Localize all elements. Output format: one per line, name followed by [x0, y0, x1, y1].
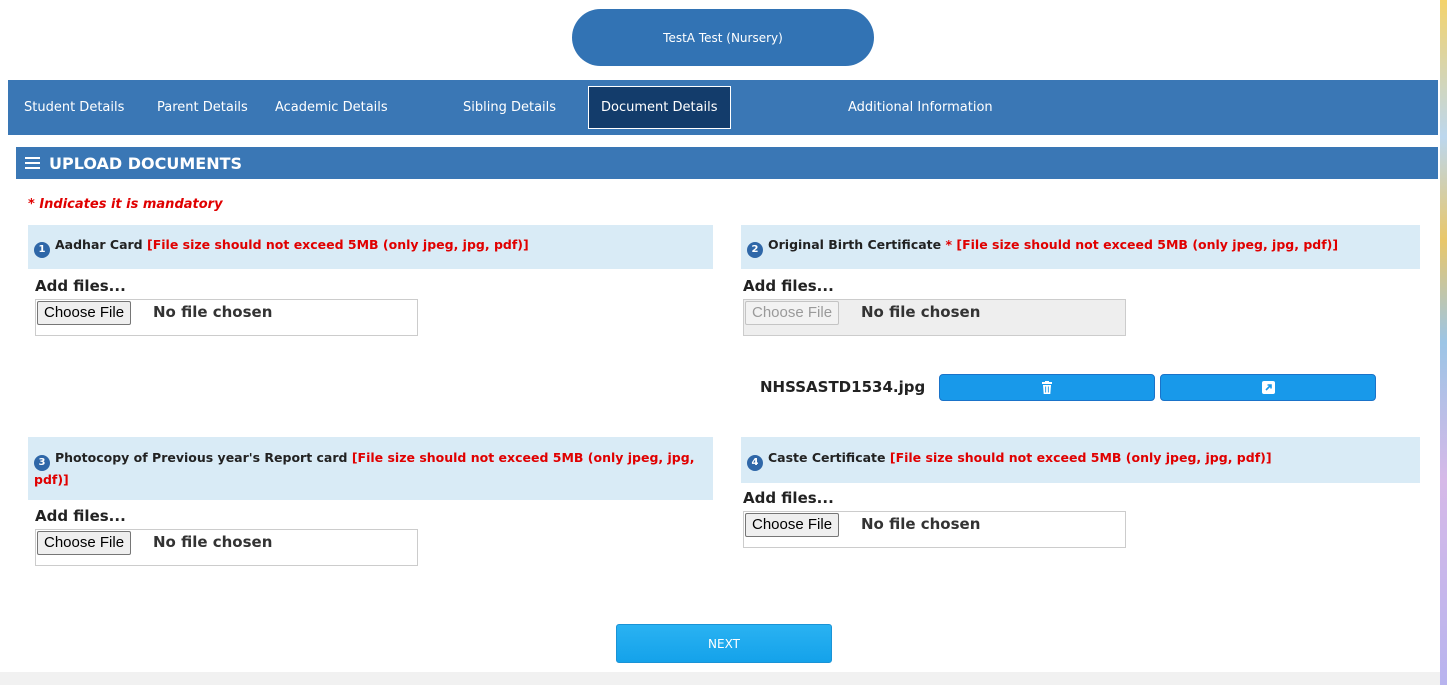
bottom-strip	[0, 672, 1440, 685]
doc-header-caste-certificate: 4 Caste Certificate [File size should not…	[741, 437, 1420, 483]
doc-rule: [File size should not exceed 5MB (only j…	[956, 237, 1339, 253]
file-input-birth-certificate: Choose File No file chosen	[743, 299, 1126, 336]
add-files-label: Add files...	[743, 277, 834, 295]
tab-student-details[interactable]: Student Details	[24, 80, 124, 135]
doc-name: Aadhar Card	[55, 237, 143, 253]
hamburger-icon	[25, 157, 40, 169]
file-input-aadhar-card: Choose File No file chosen	[35, 299, 418, 336]
right-edge-decoration	[1440, 0, 1447, 685]
next-button[interactable]: NEXT	[616, 624, 832, 663]
add-files-label: Add files...	[743, 489, 834, 507]
number-badge: 3	[34, 454, 50, 471]
open-file-button[interactable]	[1160, 374, 1376, 401]
tab-academic-details[interactable]: Academic Details	[275, 80, 388, 135]
choose-file-button[interactable]: Choose File	[745, 513, 840, 537]
file-status: No file chosen	[153, 533, 273, 551]
add-files-label: Add files...	[35, 277, 126, 295]
tab-parent-details[interactable]: Parent Details	[157, 80, 248, 135]
tab-sibling-details[interactable]: Sibling Details	[463, 80, 556, 135]
file-input-caste-certificate: Choose File No file chosen	[743, 511, 1126, 548]
number-badge: 2	[747, 241, 763, 258]
file-status: No file chosen	[861, 303, 981, 321]
mandatory-note: * Indicates it is mandatory	[28, 197, 223, 212]
section-header: UPLOAD DOCUMENTS	[16, 147, 1438, 179]
doc-rule: [File size should not exceed 5MB (only j…	[889, 450, 1272, 466]
choose-file-button[interactable]: Choose File	[37, 531, 132, 555]
number-badge: 1	[34, 241, 50, 258]
trash-icon	[1042, 381, 1052, 394]
delete-file-button[interactable]	[939, 374, 1155, 401]
tab-bar: Student Details Parent Details Academic …	[8, 80, 1438, 135]
doc-rule: [File size should not exceed 5MB (only j…	[147, 237, 529, 253]
doc-header-report-card: 3 Photocopy of Previous year's Report car…	[28, 437, 713, 500]
number-badge: 4	[747, 454, 763, 471]
tab-additional-information[interactable]: Additional Information	[848, 80, 993, 135]
doc-header-birth-certificate: 2 Original Birth Certificate * [File size…	[741, 225, 1420, 269]
uploaded-filename: NHSSASTD1534.jpg	[760, 378, 926, 396]
doc-header-aadhar-card: 1 Aadhar Card [File size should not excee…	[28, 225, 713, 269]
doc-name: Photocopy of Previous year's Report card	[55, 450, 348, 466]
doc-name: Caste Certificate	[768, 450, 886, 466]
section-title: UPLOAD DOCUMENTS	[49, 153, 243, 173]
file-input-report-card: Choose File No file chosen	[35, 529, 418, 566]
tab-document-details[interactable]: Document Details	[588, 86, 731, 129]
choose-file-button[interactable]: Choose File	[37, 301, 132, 325]
add-files-label: Add files...	[35, 507, 126, 525]
doc-name: Original Birth Certificate	[768, 237, 942, 253]
external-link-icon	[1261, 381, 1275, 394]
required-marker: *	[945, 237, 953, 253]
file-status: No file chosen	[861, 515, 981, 533]
choose-file-button: Choose File	[745, 301, 840, 325]
file-status: No file chosen	[153, 303, 273, 321]
student-name-banner: TestA Test (Nursery)	[572, 9, 874, 66]
